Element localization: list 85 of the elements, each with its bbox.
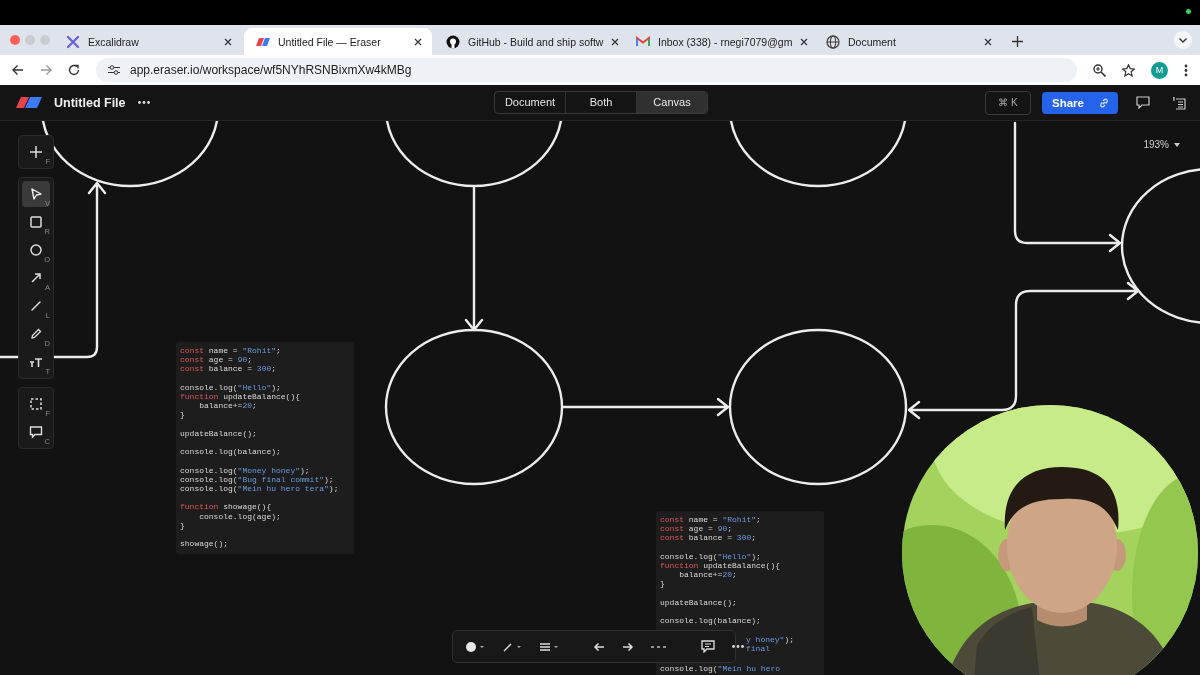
arrow-left-icon[interactable] bbox=[593, 641, 605, 652]
fill-color-icon[interactable] bbox=[465, 640, 485, 653]
share-button[interactable]: Share bbox=[1042, 91, 1118, 114]
pointer-icon bbox=[29, 187, 43, 201]
browser-tab[interactable]: GitHub - Build and ship softw bbox=[434, 28, 622, 55]
mail-icon bbox=[636, 36, 650, 47]
code-line: function showage(){ bbox=[180, 502, 272, 512]
code-line: console.log(balance); bbox=[660, 616, 761, 626]
code-line: y honey"); bbox=[746, 634, 794, 644]
close-icon[interactable] bbox=[414, 37, 422, 46]
code-line: const age = 90; bbox=[180, 355, 253, 365]
line-style-icon[interactable] bbox=[502, 640, 522, 653]
code-line: function updateBalance(){ bbox=[180, 392, 301, 402]
stroke-width-icon[interactable] bbox=[539, 640, 559, 653]
code-line: console.log(balance); bbox=[180, 447, 281, 457]
caret-icon bbox=[1174, 142, 1180, 147]
code-line: } bbox=[180, 520, 185, 530]
new-tab-icon[interactable] bbox=[1012, 36, 1023, 47]
square-icon bbox=[29, 215, 43, 229]
code-line: console.log(age); bbox=[198, 511, 281, 521]
excalidraw-icon bbox=[66, 34, 80, 49]
line-icon bbox=[29, 299, 43, 313]
menu-icon[interactable] bbox=[1184, 63, 1188, 77]
browser-tab[interactable]: Inbox (338) - rnegi7079@gm bbox=[624, 28, 812, 55]
code-line: const balance = 300; bbox=[180, 364, 277, 374]
eraser-logo-icon bbox=[16, 97, 42, 108]
globe-icon bbox=[826, 34, 840, 49]
link-icon bbox=[1098, 96, 1110, 109]
close-icon[interactable] bbox=[984, 37, 992, 46]
github-icon bbox=[446, 34, 460, 49]
code-line: } bbox=[180, 410, 185, 420]
pencil-icon bbox=[29, 327, 43, 341]
code-line: updateBalance(); bbox=[660, 597, 737, 607]
code-line: balance+=20; bbox=[198, 401, 257, 411]
zoom-level-button[interactable]: 193% bbox=[1143, 139, 1180, 150]
reload-icon[interactable] bbox=[68, 64, 80, 76]
dashed-square-icon bbox=[29, 397, 43, 411]
browser-tab[interactable]: Untitled File — Eraser bbox=[244, 28, 432, 55]
code-line: } bbox=[660, 579, 665, 589]
view-tab[interactable]: Canvas bbox=[636, 92, 707, 113]
back-icon[interactable] bbox=[12, 64, 24, 76]
comment-icon bbox=[29, 425, 43, 439]
code-line: updateBalance(); bbox=[180, 428, 257, 438]
code-line: const name = "Rohit"; bbox=[180, 346, 281, 356]
code-line: console.log("Hello"); bbox=[180, 382, 281, 392]
code-line: const age = 90; bbox=[660, 524, 733, 534]
arrow-right-icon[interactable] bbox=[622, 641, 634, 652]
zoom-icon[interactable] bbox=[1093, 63, 1106, 77]
address-field[interactable]: app.eraser.io/workspace/wf5NYhRSNBixmXw4kMBg bbox=[96, 58, 1077, 82]
close-icon[interactable] bbox=[611, 37, 620, 46]
browser-tab[interactable]: Document bbox=[814, 28, 1002, 55]
document-panel-icon[interactable] bbox=[1172, 95, 1186, 110]
browser-tab[interactable]: Excalidraw bbox=[54, 28, 242, 55]
arrow-icon bbox=[29, 271, 43, 285]
window-controls-icon bbox=[10, 35, 50, 45]
comment-icon[interactable] bbox=[1136, 96, 1150, 109]
more-options-icon[interactable] bbox=[137, 101, 150, 104]
eraser-logo-icon bbox=[256, 37, 270, 46]
code-line: console.log("Hello"); bbox=[660, 551, 761, 561]
code-line: console.log("Mein hu hero tera"); bbox=[180, 484, 339, 494]
command-shortcut-button[interactable]: ⌘ K bbox=[985, 90, 1031, 115]
more-options-icon[interactable] bbox=[732, 645, 744, 648]
code-line: balance+=20; bbox=[678, 570, 737, 580]
comment-icon[interactable] bbox=[701, 640, 715, 653]
recording-dot-icon bbox=[1186, 9, 1191, 14]
code-line: showage(); bbox=[180, 539, 228, 549]
code-line: console.log("Money honey"); bbox=[180, 465, 310, 475]
view-tab[interactable]: Document bbox=[495, 92, 565, 113]
code-line: console.log("Bug final commit"); bbox=[180, 474, 334, 484]
code-line: const balance = 300; bbox=[660, 533, 757, 543]
code-line: function updateBalance(){ bbox=[660, 561, 781, 571]
code-line: final bbox=[746, 643, 770, 653]
code-line: console.log("Mein hu hero bbox=[660, 664, 781, 674]
close-icon[interactable] bbox=[224, 37, 232, 46]
plus-icon bbox=[29, 145, 43, 159]
circle-icon bbox=[29, 243, 43, 257]
dashed-line-icon[interactable] bbox=[651, 644, 667, 649]
tab-menu-icon[interactable] bbox=[1174, 31, 1192, 49]
text-size-icon bbox=[29, 355, 43, 369]
code-line: const name = "Rohit"; bbox=[660, 515, 761, 525]
star-icon[interactable] bbox=[1122, 63, 1135, 77]
close-icon[interactable] bbox=[800, 37, 809, 46]
forward-icon[interactable] bbox=[40, 64, 52, 76]
site-settings-icon[interactable] bbox=[108, 65, 120, 75]
file-title[interactable]: Untitled File bbox=[54, 95, 126, 110]
